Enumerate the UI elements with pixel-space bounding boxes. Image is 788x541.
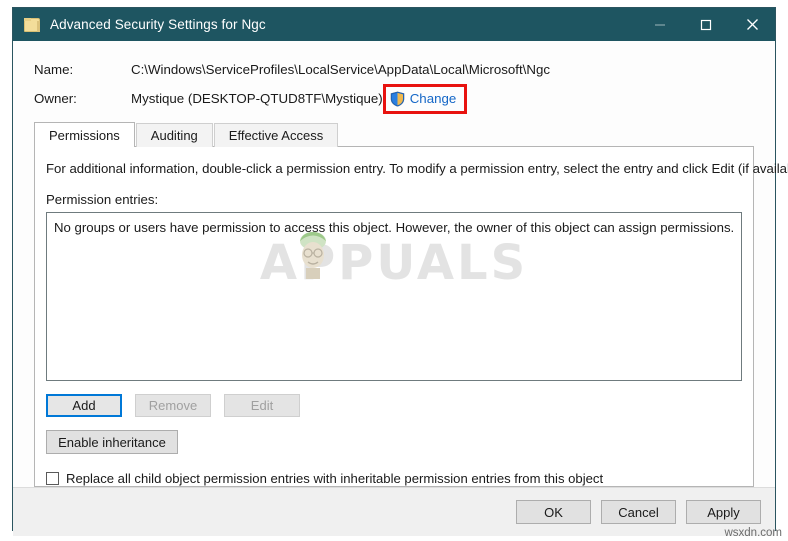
page-watermark: wsxdn.com [724, 527, 782, 539]
uac-shield-icon [390, 91, 405, 107]
edit-button: Edit [224, 394, 300, 417]
tab-auditing[interactable]: Auditing [135, 123, 213, 147]
window-title: Advanced Security Settings for Ngc [50, 17, 266, 32]
owner-label: Owner: [34, 91, 77, 106]
close-icon[interactable] [729, 8, 775, 41]
apply-button-label: Apply [707, 504, 740, 520]
object-info: Name: C:\Windows\ServiceProfiles\LocalSe… [13, 41, 775, 114]
appuals-watermark-text: APPUALS [259, 235, 529, 291]
entry-actions: Add Remove Edit [46, 394, 742, 417]
instruction-text: For additional information, double-click… [46, 161, 788, 176]
owner-value: Mystique (DESKTOP-QTUD8TF\Mystique) [131, 91, 383, 106]
window-controls [637, 8, 775, 41]
minimize-icon[interactable] [637, 8, 683, 41]
window-titlebar: Advanced Security Settings for Ngc [13, 8, 775, 41]
add-button[interactable]: Add [46, 394, 122, 417]
advanced-security-settings-window: Advanced Security Settings for Ngc Name:… [12, 7, 788, 536]
name-value: C:\Windows\ServiceProfiles\LocalService\… [131, 62, 551, 77]
folder-icon [24, 17, 40, 32]
add-button-label: Add [72, 398, 96, 413]
tab-auditing-label: Auditing [150, 128, 198, 143]
tab-effective-access-label: Effective Access [228, 128, 324, 143]
replace-child-permissions-label: Replace all child object permission entr… [66, 471, 604, 486]
tab-strip: Permissions Auditing Effective Access [34, 122, 775, 147]
edit-button-label: Edit [250, 398, 274, 413]
appuals-watermark: APPUALS [47, 232, 741, 291]
screenshot-root: Advanced Security Settings for Ngc Name:… [0, 0, 788, 541]
tab-effective-access[interactable]: Effective Access [213, 123, 339, 147]
ok-button-label: OK [544, 504, 563, 520]
name-label: Name: [34, 62, 74, 77]
owner-row: Owner: Mystique (DESKTOP-QTUD8TF\Mystiqu… [13, 83, 775, 114]
replace-child-permissions-checkbox[interactable] [46, 472, 59, 485]
permission-entries-list[interactable]: No groups or users have permission to ac… [46, 212, 742, 381]
window-body: Name: C:\Windows\ServiceProfiles\LocalSe… [13, 41, 788, 536]
permission-entries-empty-message: No groups or users have permission to ac… [54, 220, 735, 235]
maximize-icon[interactable] [683, 8, 729, 41]
replace-child-permissions-row[interactable]: Replace all child object permission entr… [46, 471, 742, 486]
ok-button[interactable]: OK [516, 500, 591, 524]
dialog-footer: OK Cancel Apply [13, 487, 775, 536]
apply-button[interactable]: Apply [686, 500, 761, 524]
inheritance-actions: Enable inheritance [46, 430, 742, 454]
change-owner-control[interactable]: Change [382, 83, 468, 114]
tab-permissions[interactable]: Permissions [34, 122, 135, 147]
change-owner-link[interactable]: Change [410, 91, 457, 106]
remove-button-label: Remove [148, 398, 198, 413]
tab-permissions-label: Permissions [49, 127, 120, 143]
permissions-tab-panel: For additional information, double-click… [34, 146, 788, 487]
enable-inheritance-button[interactable]: Enable inheritance [46, 430, 178, 454]
cancel-button-label: Cancel [618, 504, 659, 520]
enable-inheritance-label: Enable inheritance [58, 434, 166, 450]
permission-entries-label: Permission entries: [46, 192, 159, 207]
appuals-mascot-icon [300, 232, 326, 279]
remove-button: Remove [135, 394, 211, 417]
cancel-button[interactable]: Cancel [601, 500, 676, 524]
name-row: Name: C:\Windows\ServiceProfiles\LocalSe… [13, 55, 775, 84]
